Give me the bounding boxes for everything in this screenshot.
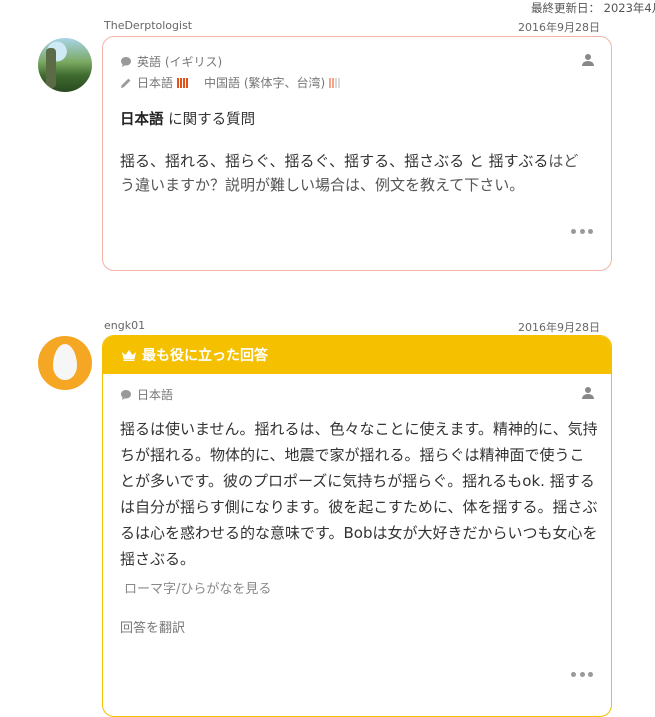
user-icon[interactable] [581, 53, 595, 67]
question-date: 2016年9月28日 [518, 21, 600, 34]
question-avatar[interactable] [38, 38, 92, 92]
answer-native-language: 日本語 [137, 388, 174, 402]
native-language-row: 英語 (イギリス) [120, 53, 222, 70]
more-icon[interactable] [571, 672, 593, 678]
last-updated: 最終更新日： 2023年4月 [531, 1, 655, 15]
translate-answer-link[interactable]: 回答を翻訳 [120, 617, 185, 636]
speech-bubble-icon [121, 56, 131, 67]
best-answer-banner: 最も役に立った回答 [103, 336, 611, 374]
answer-date: 2016年9月28日 [518, 321, 600, 334]
native-language: 英語 (イギリス) [137, 55, 223, 69]
answer-native-language-row: 日本語 [120, 386, 173, 403]
crown-icon [122, 350, 136, 361]
pencil-icon [121, 78, 131, 88]
learning-language-1: 日本語 [137, 76, 174, 90]
more-icon[interactable] [571, 229, 593, 235]
answer-username[interactable]: engk01 [104, 319, 145, 332]
question-card: 英語 (イギリス) 日本語 中国語 (繁体字、台湾) 日本語 に関する質問 揺る… [102, 36, 612, 271]
question-body: 揺る、揺れる、揺らぐ、揺るぐ、揺する、揺さぶる と 揺すぶるはどう違いますか？説… [120, 149, 590, 197]
question-title-language[interactable]: 日本語 [120, 112, 164, 128]
egg-avatar-icon [53, 344, 77, 380]
level-bars-2 [329, 77, 341, 88]
learning-languages-row: 日本語 中国語 (繁体字、台湾) [120, 74, 341, 91]
best-answer-label: 最も役に立った回答 [142, 348, 268, 364]
learning-language-2: 中国語 (繁体字、台湾) [204, 76, 326, 90]
question-username[interactable]: TheDerptologist [104, 19, 192, 32]
level-bars-1 [177, 77, 189, 88]
user-icon[interactable] [581, 386, 595, 400]
answer-avatar[interactable] [38, 336, 92, 390]
question-title: 日本語 に関する質問 [120, 108, 255, 129]
answer-card: 最も役に立った回答 日本語 揺るは使いません。揺れるは、色々なことに使えます。精… [102, 335, 612, 717]
answer-body: 揺るは使いません。揺れるは、色々なことに使えます。精神的に、気持ちが揺れる。物体… [120, 420, 598, 568]
speech-bubble-icon [121, 389, 131, 400]
romaji-link[interactable]: ローマ字/ひらがなを見る [124, 578, 271, 597]
question-title-rest: に関する質問 [163, 112, 256, 128]
question-body-terms: 揺る、揺れる、揺らぐ、揺るぐ、揺する、揺さぶる と 揺すぶる [120, 152, 549, 170]
